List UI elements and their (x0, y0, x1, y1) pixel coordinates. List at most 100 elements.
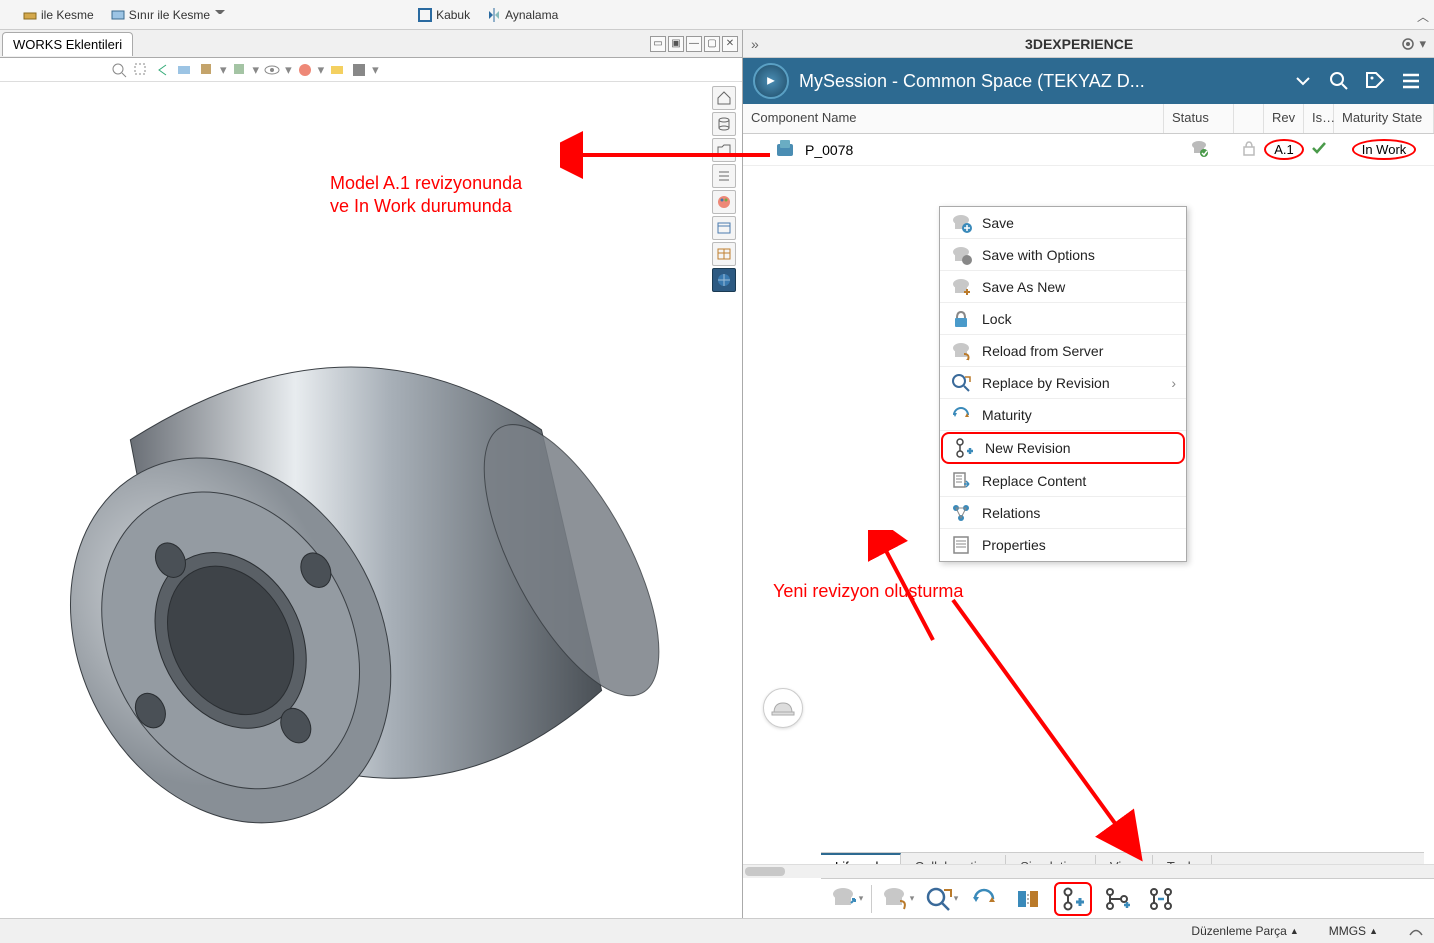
render-icon[interactable] (350, 61, 368, 79)
compass-icon[interactable] (753, 63, 789, 99)
zoom-area-icon[interactable] (132, 61, 150, 79)
gear-icon[interactable] (1399, 35, 1417, 53)
scene-icon[interactable] (328, 61, 346, 79)
status-edit-mode[interactable]: Düzenleme Parça ▲ (1191, 924, 1298, 938)
tab-label: WORKS Eklentileri (13, 37, 122, 52)
viewport-3d[interactable]: Model A.1 revizyonunda ve In Work durumu… (0, 82, 742, 918)
menu-icon[interactable] (1398, 68, 1424, 94)
pane-close-icon[interactable]: ✕ (722, 36, 738, 52)
col-component-name[interactable]: Component Name (743, 104, 1164, 133)
reload-server-icon[interactable]: ▾ (878, 882, 916, 916)
tool-aynalama[interactable]: Aynalama (482, 5, 562, 25)
save-server-icon[interactable]: ▾ (827, 882, 865, 916)
pane-maximize-icon[interactable]: ▢ (704, 36, 720, 52)
bottom-toolbar: ▾ ▾ ▾ (821, 878, 1434, 918)
chevron-down-icon[interactable] (1290, 68, 1316, 94)
menu-label: Save As New (982, 279, 1065, 295)
menu-label: Reload from Server (982, 343, 1103, 359)
menu-label: Lock (982, 311, 1012, 327)
right-panel: » 3DEXPERIENCE ▾ MySession - Common Spac… (743, 30, 1434, 918)
row-maturity: In Work (1334, 142, 1434, 157)
table-row[interactable]: P_0078 A.1 In Work (743, 134, 1434, 166)
col-maturity[interactable]: Maturity State (1334, 104, 1434, 133)
status-bar: Düzenleme Parça ▲ MMGS ▲ (0, 918, 1434, 943)
branch-icon[interactable] (1098, 882, 1136, 916)
list-icon[interactable] (712, 164, 736, 188)
col-status[interactable]: Status (1164, 104, 1234, 133)
search-revision-icon[interactable]: ▾ (922, 882, 960, 916)
status-units[interactable]: MMGS ▲ (1329, 924, 1378, 938)
menu-save[interactable]: Save (940, 207, 1186, 239)
menu-new-revision[interactable]: New Revision (941, 432, 1185, 464)
view-toolbar: ▾ ▾ ▾ ▾ ▾ (0, 58, 742, 82)
menu-replace-content[interactable]: Replace Content (940, 465, 1186, 497)
tool-label: Aynalama (505, 8, 558, 22)
menu-properties[interactable]: Properties (940, 529, 1186, 561)
tool-ile-kesme[interactable]: ile Kesme (18, 5, 98, 25)
tool-label: ile Kesme (41, 8, 94, 22)
top-toolbar: ile Kesme Sınır ile Kesme Kabuk Aynalama… (0, 0, 1434, 30)
menu-maturity[interactable]: Maturity (940, 399, 1186, 431)
tool-label: Sınır ile Kesme (129, 8, 210, 22)
search-icon[interactable] (1326, 68, 1352, 94)
menu-label: New Revision (985, 440, 1071, 456)
pane-cascade-icon[interactable]: ▣ (668, 36, 684, 52)
appearance-icon[interactable] (296, 61, 314, 79)
col-lock[interactable] (1234, 104, 1264, 133)
properties-icon[interactable] (712, 216, 736, 240)
expand-chevron-icon[interactable]: » (751, 36, 759, 52)
right-icon-bar (712, 86, 738, 292)
session-title: MySession - Common Space (TEKYAZ D... (799, 71, 1280, 92)
table-icon[interactable] (712, 242, 736, 266)
hide-show-icon[interactable] (263, 61, 281, 79)
pane-tile-icon[interactable]: ▭ (650, 36, 666, 52)
menu-label: Save (982, 215, 1014, 231)
tab-works-eklentileri[interactable]: WORKS Eklentileri (2, 32, 133, 56)
session-bar: MySession - Common Space (TEKYAZ D... (743, 58, 1434, 104)
view-orient-icon[interactable] (198, 61, 216, 79)
menu-label: Save with Options (982, 247, 1095, 263)
maturity-icon[interactable] (966, 882, 1004, 916)
section-view-icon[interactable] (176, 61, 194, 79)
status-extra-icon[interactable] (1408, 924, 1424, 938)
scrollbar-horizontal[interactable] (743, 864, 1434, 878)
helmet-icon[interactable] (763, 688, 803, 728)
experience-title: 3DEXPERIENCE (759, 36, 1400, 52)
menu-reload[interactable]: Reload from Server (940, 335, 1186, 367)
menu-label: Replace Content (982, 473, 1086, 489)
tool-kabuk[interactable]: Kabuk (413, 5, 474, 25)
left-panel: WORKS Eklentileri ▭ ▣ — ▢ ✕ ▾ ▾ ▾ ▾ (0, 30, 743, 918)
annotation-new-revision: Yeni revizyon oluşturma (773, 580, 963, 603)
palette-icon[interactable] (712, 190, 736, 214)
cylinder-icon[interactable] (712, 112, 736, 136)
new-revision-icon[interactable] (1054, 882, 1092, 916)
globe-icon[interactable] (712, 268, 736, 292)
compare-icon[interactable] (1010, 882, 1048, 916)
zoom-fit-icon[interactable] (110, 61, 128, 79)
tool-sinir-ile-kesme[interactable]: Sınır ile Kesme (106, 5, 229, 25)
folder-icon[interactable] (712, 138, 736, 162)
tag-icon[interactable] (1362, 68, 1388, 94)
menu-save-as-new[interactable]: Save As New (940, 271, 1186, 303)
merge-icon[interactable] (1142, 882, 1180, 916)
tab-bar: WORKS Eklentileri ▭ ▣ — ▢ ✕ (0, 30, 742, 58)
collapse-chevron-icon[interactable]: ︿ (1417, 8, 1429, 25)
dropdown-arrow[interactable] (215, 10, 225, 20)
menu-relations[interactable]: Relations (940, 497, 1186, 529)
menu-lock[interactable]: Lock (940, 303, 1186, 335)
pane-minimize-icon[interactable]: — (686, 36, 702, 52)
submenu-chevron-icon: › (1171, 375, 1176, 391)
check-icon (1304, 140, 1334, 159)
home-icon[interactable] (712, 86, 736, 110)
arrow-annotation-3 (943, 590, 1153, 870)
col-rev[interactable]: Rev (1264, 104, 1304, 133)
display-style-icon[interactable] (231, 61, 249, 79)
prev-view-icon[interactable] (154, 61, 172, 79)
menu-replace-revision[interactable]: Replace by Revision › (940, 367, 1186, 399)
tool-label: Kabuk (436, 8, 470, 22)
menu-save-options[interactable]: Save with Options (940, 239, 1186, 271)
menu-label: Replace by Revision (982, 375, 1110, 391)
menu-label: Relations (982, 505, 1040, 521)
menu-label: Maturity (982, 407, 1032, 423)
col-is[interactable]: Is… (1304, 104, 1334, 133)
